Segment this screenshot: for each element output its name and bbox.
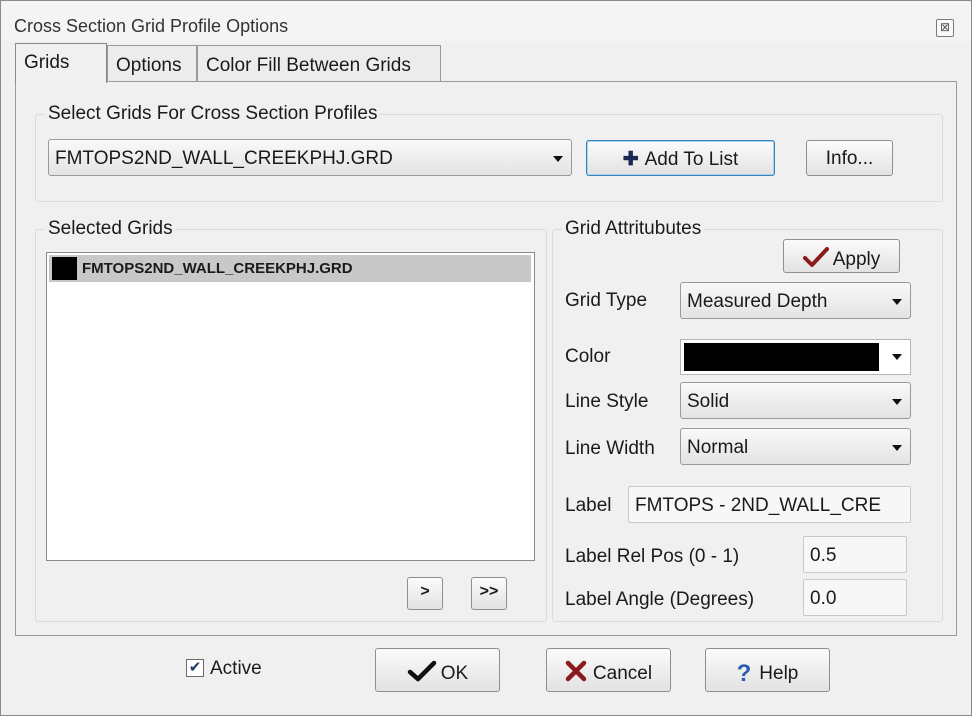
move-one-button[interactable]: >: [407, 577, 443, 610]
window-title: Cross Section Grid Profile Options: [14, 16, 289, 36]
color-swatch: [52, 257, 77, 280]
add-to-list-label: Add To List: [644, 149, 739, 170]
cancel-button[interactable]: Cancel: [546, 648, 671, 692]
cancel-label: Cancel: [592, 663, 653, 684]
color-dropdown[interactable]: [680, 339, 911, 375]
line-style-dropdown[interactable]: Solid: [680, 382, 911, 419]
grid-select-value: FMTOPS2ND_WALL_CREEKPHJ.GRD: [55, 148, 393, 169]
select-grids-group-label: Select Grids For Cross Section Profiles: [45, 103, 381, 125]
checkmark-icon: [407, 660, 437, 682]
question-icon: ?: [736, 660, 752, 687]
active-label: Active: [210, 658, 262, 679]
active-checkbox[interactable]: ✔: [186, 659, 204, 677]
label-input[interactable]: FMTOPS - 2ND_WALL_CRE: [628, 486, 911, 523]
line-style-value: Solid: [687, 391, 730, 412]
list-item[interactable]: FMTOPS2ND_WALL_CREEKPHJ.GRD: [49, 255, 531, 282]
selected-grids-group-label: Selected Grids: [45, 218, 176, 240]
grid-attributes-group-label: Grid Attritubutes: [562, 218, 705, 240]
grid-type-value: Measured Depth: [687, 291, 828, 312]
title-bar[interactable]: Cross Section Grid Profile Options ⊠: [1, 1, 971, 41]
grid-type-label: Grid Type: [565, 290, 648, 311]
color-swatch: [684, 343, 879, 371]
add-to-list-button[interactable]: ✚ Add To List: [586, 140, 775, 176]
label-rel-pos-input[interactable]: 0.5: [803, 536, 907, 573]
apply-label: Apply: [832, 249, 881, 270]
move-all-button[interactable]: >>: [471, 577, 507, 610]
plus-icon: ✚: [622, 149, 639, 170]
selected-grids-list[interactable]: FMTOPS2ND_WALL_CREEKPHJ.GRD: [46, 252, 535, 561]
info-button[interactable]: Info...: [806, 140, 893, 176]
label-label: Label: [565, 495, 612, 516]
chevron-down-icon: [892, 399, 902, 405]
chevron-down-icon: [892, 354, 902, 360]
apply-button[interactable]: Apply: [783, 239, 900, 273]
checkmark-icon: [802, 247, 829, 267]
tab-options[interactable]: Options: [107, 45, 197, 81]
line-style-label: Line Style: [565, 391, 649, 412]
chevron-down-icon: [553, 156, 563, 162]
tab-color-fill[interactable]: Color Fill Between Grids: [197, 45, 441, 81]
grid-type-dropdown[interactable]: Measured Depth: [680, 282, 911, 319]
label-angle-label: Label Angle (Degrees): [565, 589, 755, 610]
chevron-down-icon: [892, 299, 902, 305]
tab-grids[interactable]: Grids: [15, 43, 107, 83]
ok-button[interactable]: OK: [375, 648, 500, 692]
color-label: Color: [565, 346, 611, 367]
grid-select-dropdown[interactable]: FMTOPS2ND_WALL_CREEKPHJ.GRD: [48, 139, 572, 176]
line-width-value: Normal: [687, 437, 749, 458]
label-angle-input[interactable]: 0.0: [803, 579, 907, 616]
label-rel-pos-label: Label Rel Pos (0 - 1): [565, 546, 740, 567]
chevron-down-icon: [892, 445, 902, 451]
close-icon: [565, 660, 587, 682]
ok-label: OK: [440, 663, 469, 684]
list-item-label: FMTOPS2ND_WALL_CREEKPHJ.GRD: [82, 260, 353, 277]
help-label: Help: [759, 663, 799, 684]
help-button[interactable]: ? Help: [705, 648, 830, 692]
line-width-label: Line Width: [565, 438, 655, 459]
line-width-dropdown[interactable]: Normal: [680, 428, 911, 465]
dialog-window: Cross Section Grid Profile Options ⊠ Gri…: [0, 0, 972, 716]
close-icon[interactable]: ⊠: [936, 19, 954, 37]
